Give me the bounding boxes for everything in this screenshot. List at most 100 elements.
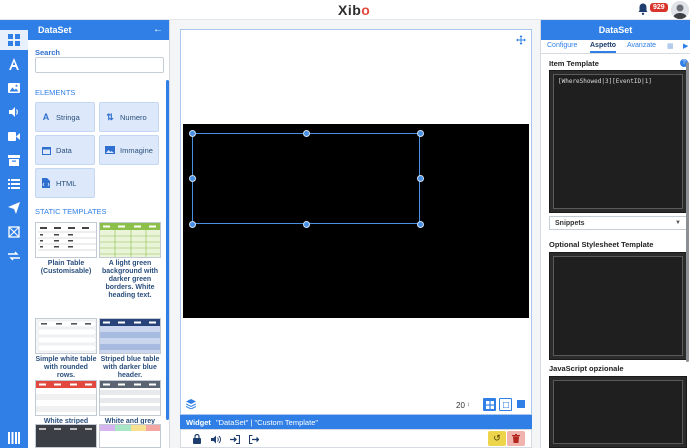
resize-handle[interactable] (302, 129, 310, 137)
nav-text-icon[interactable] (4, 54, 24, 74)
tab-next-icon[interactable]: ▶ (683, 42, 688, 50)
element-label: Stringa (56, 112, 80, 122)
stylesheet-label: Optional Stylesheet Template (549, 240, 654, 249)
move-arrows-icon[interactable] (516, 35, 526, 45)
chevron-down-icon: ▼ (675, 220, 681, 226)
image-icon (105, 145, 115, 155)
item-template-editor[interactable]: [WhereShowed|3][EventID|1] (549, 70, 687, 213)
template-colorful[interactable] (99, 424, 161, 448)
resize-handle[interactable] (416, 175, 424, 182)
undo-button[interactable]: ↺ (488, 431, 506, 446)
template-light-green[interactable]: A light green background with darker gre… (99, 222, 161, 300)
xibo-logo[interactable]: Xibo (338, 2, 370, 18)
undo-icon: ↺ (493, 433, 501, 443)
file-code-icon (41, 178, 51, 188)
top-bar: Xibo 929 (0, 0, 690, 20)
search-label: Search (35, 48, 61, 57)
properties-header: DataSet (541, 20, 690, 40)
fill-view-button[interactable] (517, 400, 525, 408)
nav-video-icon[interactable] (4, 126, 24, 146)
search-input[interactable] (35, 57, 164, 73)
template-thumbnail (99, 318, 161, 354)
nav-list-icon[interactable] (4, 174, 24, 194)
properties-tabs: Configure Aspetto Avanzate ▦ ▶ (541, 40, 690, 54)
notification-badge: 929 (650, 3, 668, 12)
element-numero-button[interactable]: ⇅ Numero (99, 102, 159, 132)
widget-selection[interactable] (192, 133, 420, 224)
tab-configure[interactable]: Configure (547, 42, 577, 49)
element-label: Immagine (120, 145, 153, 155)
widget-info-bar: Widget "DataSet" | "Custom Template" (180, 415, 532, 429)
layers-icon[interactable] (186, 399, 196, 409)
sort-number-icon: ⇅ (106, 111, 114, 122)
template-caption: Striped blue table with darker blue head… (100, 356, 160, 379)
resize-handle[interactable] (416, 220, 424, 228)
resize-handle[interactable] (188, 175, 196, 182)
left-nav (0, 20, 28, 448)
template-caption: Plain Table (Customisable) (40, 260, 92, 275)
bell-icon[interactable] (638, 3, 648, 15)
collapse-arrow-icon[interactable]: ← (153, 24, 163, 35)
nav-region-icon[interactable] (4, 222, 24, 242)
nav-image-icon[interactable] (4, 78, 24, 98)
resize-handle[interactable] (188, 129, 196, 137)
template-thumbnail (99, 222, 161, 258)
nav-widgets-icon[interactable] (0, 30, 28, 50)
template-thumbnail (35, 222, 97, 258)
javascript-label: JavaScript opzionale (549, 364, 624, 373)
nav-archive-icon[interactable] (4, 150, 24, 170)
template-simple-white[interactable]: Simple white table with rounded rows. (35, 318, 97, 380)
zoom-control[interactable]: 20 ↕ (456, 398, 470, 412)
toolbox-panel: DataSet ← Search ELEMENTS A Stringa ⇅ Nume… (28, 20, 170, 448)
template-striped-blue[interactable]: Striped blue table with darker blue head… (99, 318, 161, 380)
nav-send-icon[interactable] (4, 198, 24, 218)
tab-more-icon[interactable]: ▦ (667, 42, 674, 50)
resize-handle[interactable] (188, 220, 196, 228)
template-dark[interactable] (35, 424, 97, 448)
item-template-code: [WhereShowed|3][EventID|1] (558, 78, 652, 85)
template-plain-table[interactable]: Plain Table (Customisable) (35, 222, 97, 276)
element-immagine-button[interactable]: Immagine (99, 135, 159, 165)
resize-handle[interactable] (302, 220, 310, 228)
text-icon: A (42, 112, 50, 122)
stylesheet-editor[interactable] (549, 252, 687, 360)
nav-transition-icon[interactable] (4, 246, 24, 266)
item-template-code-area[interactable]: [WhereShowed|3][EventID|1] (553, 74, 683, 209)
sign-out-icon[interactable] (248, 433, 260, 445)
template-caption: Simple white table with rounded rows. (35, 356, 97, 379)
lock-icon[interactable] (191, 433, 203, 445)
widget-name: "DataSet" | "Custom Template" (215, 417, 319, 427)
resize-handle[interactable] (416, 129, 424, 137)
templates-heading: STATIC TEMPLATES (35, 207, 107, 216)
nav-audio-icon[interactable] (4, 102, 24, 122)
single-view-button[interactable] (499, 398, 512, 411)
avatar[interactable] (671, 1, 689, 19)
delete-button[interactable] (507, 431, 525, 446)
javascript-editor[interactable] (549, 376, 687, 448)
tab-avanzate[interactable]: Avanzate (627, 42, 656, 49)
template-caption: A light green background with darker gre… (102, 260, 158, 299)
element-data-button[interactable]: Data (35, 135, 95, 165)
element-label: Data (56, 145, 72, 155)
sign-in-icon[interactable] (229, 433, 241, 445)
javascript-code-area[interactable] (553, 380, 683, 444)
stepper-icon[interactable]: ↕ (467, 402, 470, 408)
element-stringa-button[interactable]: A Stringa (35, 102, 95, 132)
template-thumbnail (99, 380, 161, 416)
grid-icon (485, 400, 494, 409)
toolbox-scrollbar[interactable] (166, 80, 169, 420)
properties-scrollbar[interactable] (686, 62, 689, 362)
snippets-select[interactable]: Snippets ▼ (549, 216, 687, 230)
calendar-icon (41, 145, 51, 155)
stylesheet-code-area[interactable] (553, 256, 683, 356)
grid-view-button[interactable] (483, 398, 496, 411)
elements-heading: ELEMENTS (35, 88, 76, 97)
nav-library-icon[interactable] (4, 428, 24, 448)
template-thumbnail (35, 318, 97, 354)
zoom-value: 20 (456, 400, 465, 410)
volume-icon[interactable] (210, 433, 222, 445)
snippets-label: Snippets (555, 219, 585, 227)
square-icon (502, 401, 509, 408)
element-html-button[interactable]: HTML (35, 168, 95, 198)
tab-aspetto[interactable]: Aspetto (590, 42, 617, 53)
